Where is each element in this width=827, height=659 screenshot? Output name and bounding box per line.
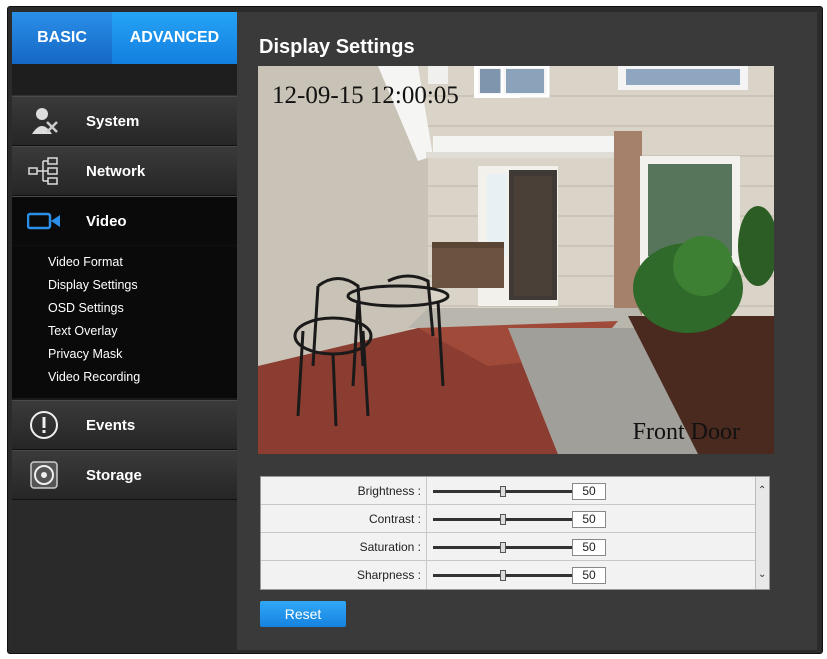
display-settings-panel: Brightness : 50 Contrast : 50 Saturation… — [260, 476, 770, 590]
alert-icon — [26, 407, 62, 443]
saturation-row: Saturation : 50 — [261, 533, 757, 561]
settings-scrollbar[interactable]: ⌃ ⌄ — [755, 477, 769, 589]
sharpness-value[interactable]: 50 — [572, 567, 606, 584]
sidebar-item-label: Video — [86, 212, 127, 230]
row-divider — [426, 561, 427, 589]
tab-basic[interactable]: BASIC — [12, 12, 112, 64]
saturation-value[interactable]: 50 — [572, 539, 606, 556]
storage-disc-icon — [26, 457, 62, 493]
submenu-privacy-mask[interactable]: Privacy Mask — [48, 347, 122, 361]
mode-tabs: BASIC ADVANCED — [12, 12, 237, 76]
camera-preview: 12-09-15 12:00:05 Front Door — [258, 66, 774, 454]
main-panel: Display Settings 12-09-15 12:00:05 Front… — [237, 12, 817, 650]
submenu-text-overlay[interactable]: Text Overlay — [48, 324, 117, 338]
contrast-slider-handle[interactable] — [500, 514, 506, 525]
sidebar-item-label: Network — [86, 162, 146, 180]
brightness-slider-handle[interactable] — [500, 486, 506, 497]
timestamp-overlay: 12-09-15 12:00:05 — [272, 82, 459, 109]
submenu-display-settings[interactable]: Display Settings — [48, 278, 138, 292]
camera-name-overlay: Front Door — [632, 419, 740, 445]
sharpness-slider-handle[interactable] — [500, 570, 506, 581]
sidebar-item-network[interactable]: Network — [12, 146, 237, 196]
brightness-label: Brightness : — [357, 484, 421, 498]
contrast-value[interactable]: 50 — [572, 511, 606, 528]
scroll-up-icon[interactable]: ⌃ — [758, 485, 766, 496]
row-divider — [426, 533, 427, 561]
submenu-video-recording[interactable]: Video Recording — [48, 370, 140, 384]
saturation-label: Saturation : — [359, 540, 421, 554]
sidebar-item-storage[interactable]: Storage — [12, 450, 237, 500]
sidebar-item-system[interactable]: System — [12, 96, 237, 146]
sidebar-item-label: System — [86, 112, 140, 130]
sidebar-item-events[interactable]: Events — [12, 400, 237, 450]
user-settings-icon — [26, 103, 62, 139]
sidebar-item-label: Storage — [86, 466, 142, 484]
sharpness-row: Sharpness : 50 — [261, 561, 757, 589]
video-camera-icon — [26, 203, 62, 239]
network-icon — [26, 153, 62, 189]
page-title: Display Settings — [259, 36, 415, 58]
row-divider — [426, 505, 427, 533]
sidebar-subheader — [12, 64, 237, 96]
sidebar-item-label: Events — [86, 416, 136, 434]
brightness-value[interactable]: 50 — [572, 483, 606, 500]
row-divider — [426, 477, 427, 505]
sidebar-item-video[interactable]: Video — [12, 196, 247, 247]
sharpness-label: Sharpness : — [356, 568, 421, 582]
scroll-down-icon[interactable]: ⌄ — [758, 569, 766, 580]
saturation-slider-handle[interactable] — [500, 542, 506, 553]
contrast-row: Contrast : 50 — [261, 505, 757, 533]
sidebar-empty-area — [12, 500, 237, 650]
tab-advanced[interactable]: ADVANCED — [112, 12, 237, 76]
reset-button[interactable]: Reset — [260, 601, 346, 627]
brightness-row: Brightness : 50 — [261, 477, 757, 505]
camera-scene — [258, 66, 774, 454]
submenu-video-format[interactable]: Video Format — [48, 255, 123, 269]
video-submenu: Video Format Display Settings OSD Settin… — [12, 246, 237, 398]
contrast-label: Contrast : — [368, 512, 421, 526]
submenu-osd-settings[interactable]: OSD Settings — [48, 301, 124, 315]
sidebar: BASIC ADVANCED System Network Video Vide… — [12, 12, 247, 650]
